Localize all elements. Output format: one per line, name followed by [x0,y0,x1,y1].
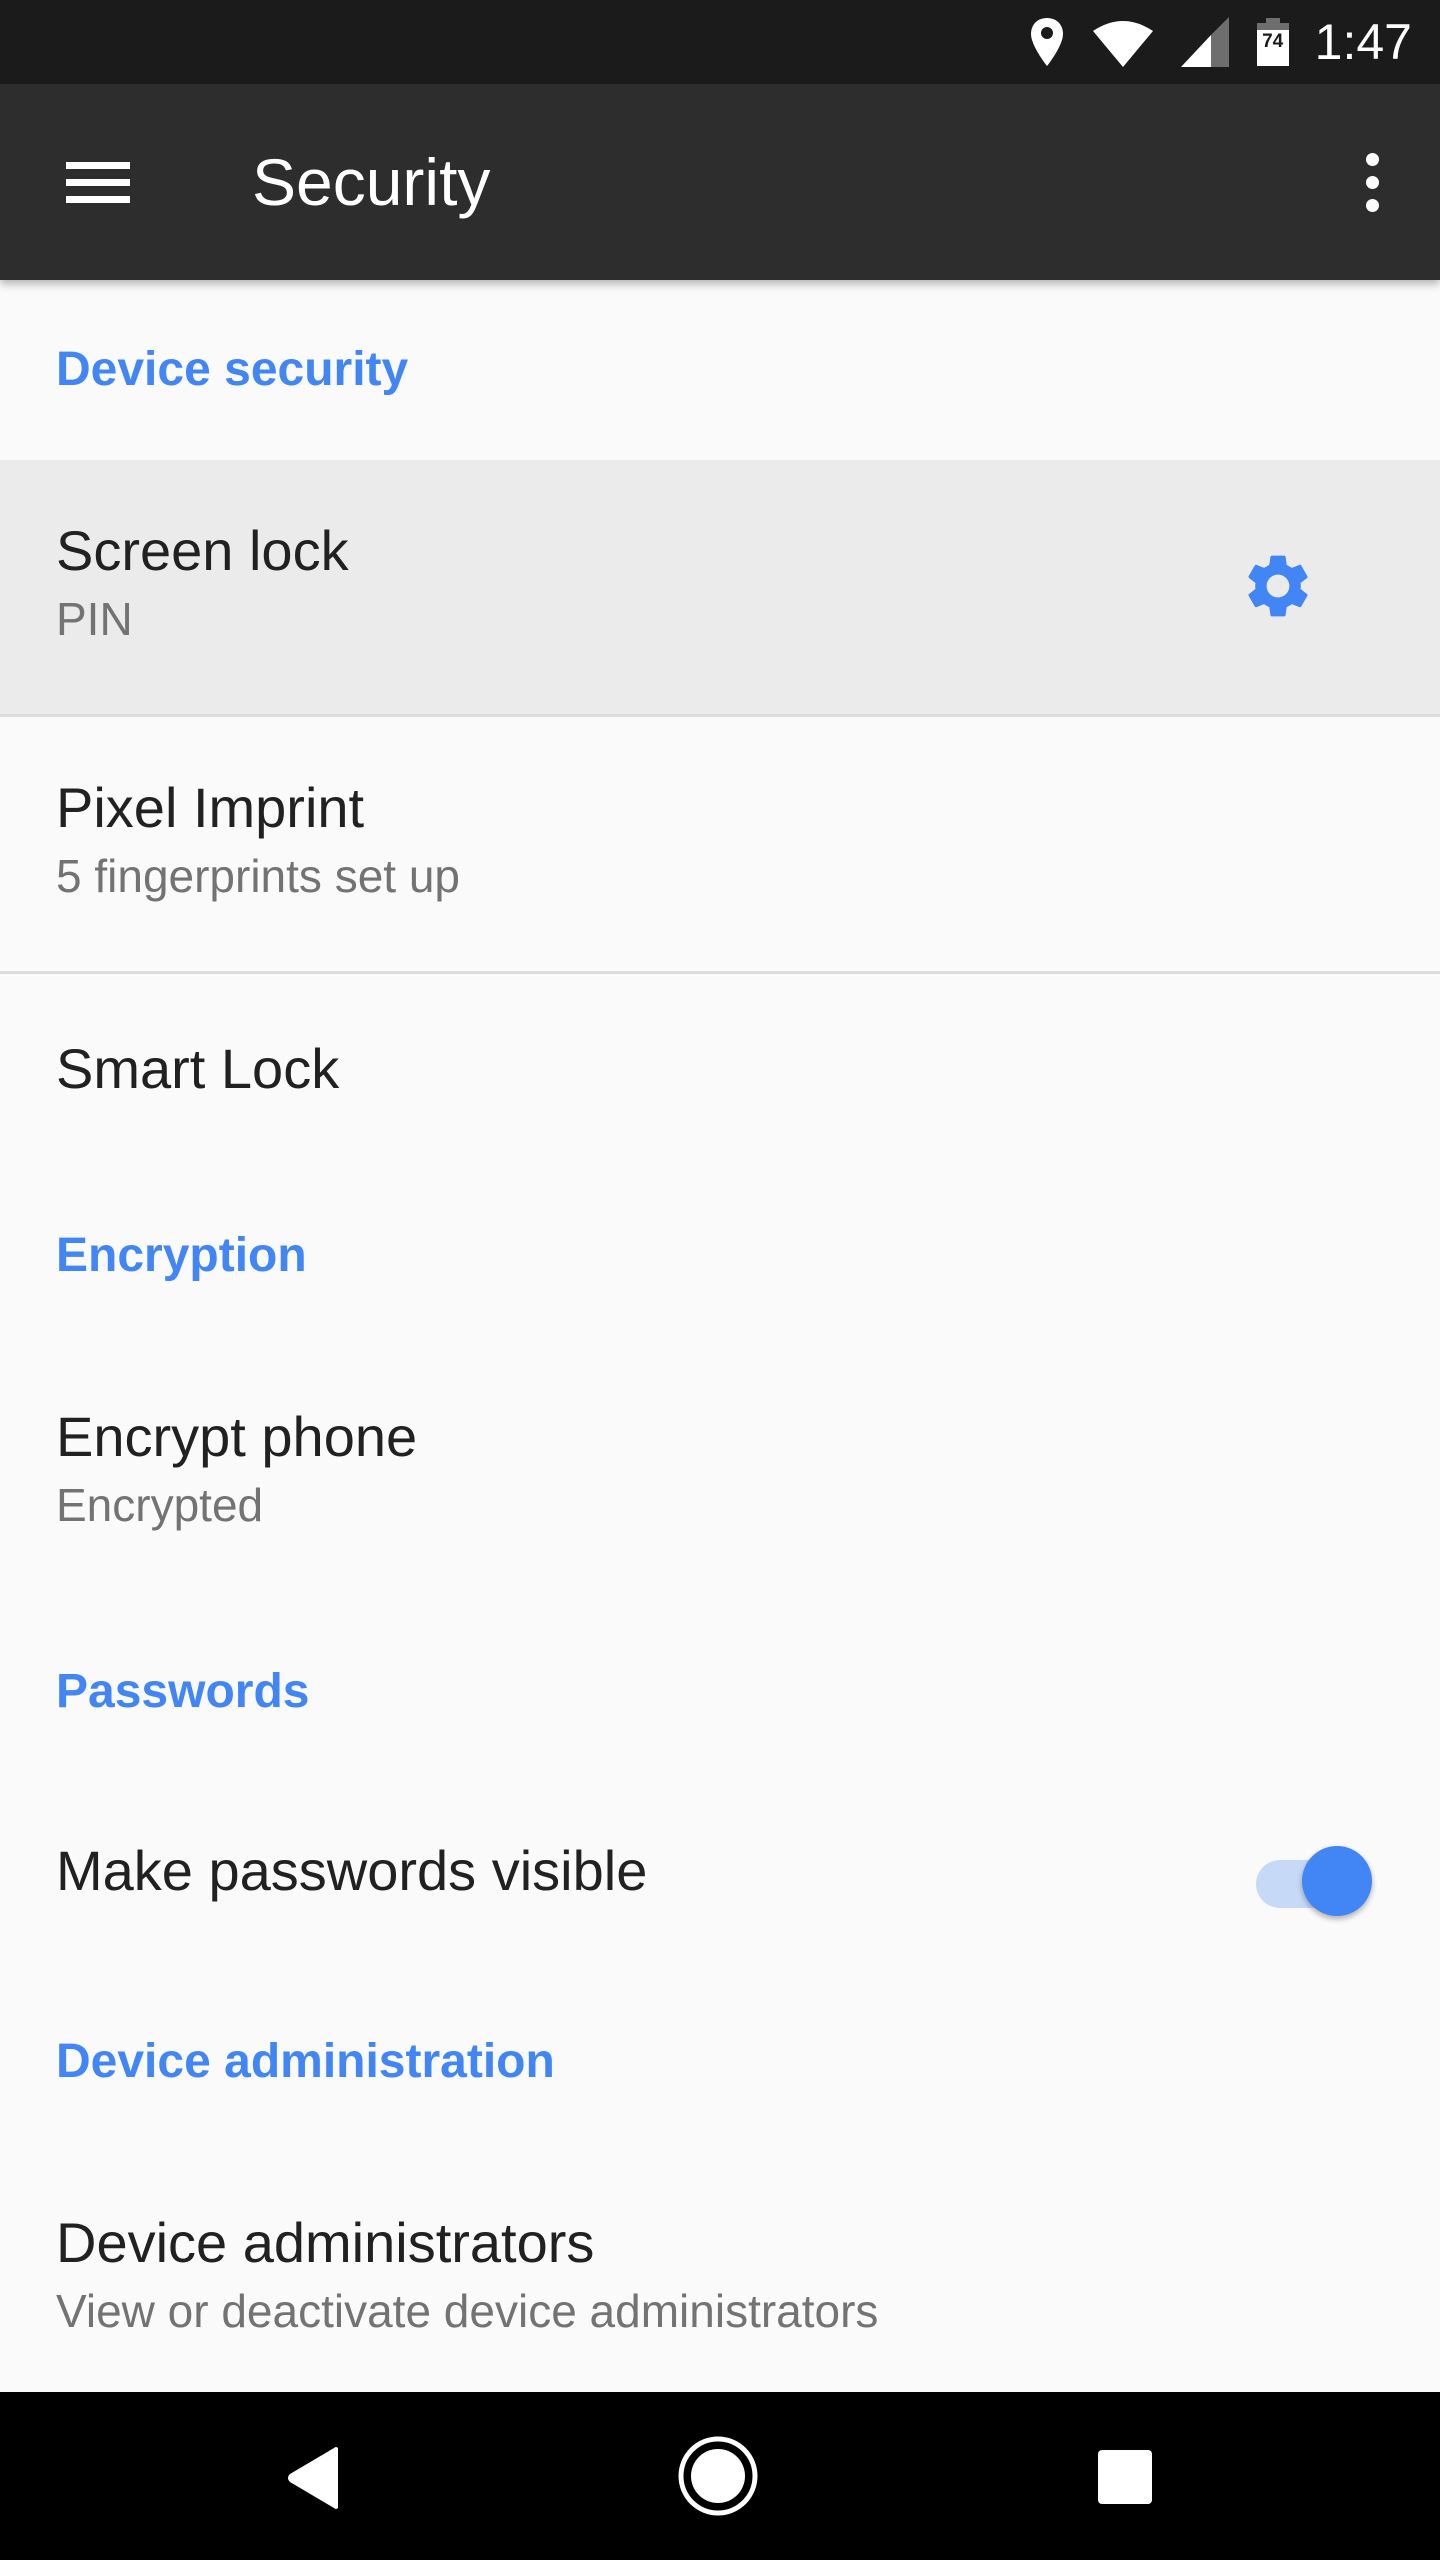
app-bar: Security [0,84,1440,280]
setting-title: Encrypt phone [56,1405,418,1468]
more-vert-icon[interactable] [1340,140,1404,224]
setting-smart-lock[interactable]: Smart Lock [0,974,1440,1154]
section-header-passwords: Passwords [56,1665,310,1718]
setting-title: Make passwords visible [56,1839,648,1902]
setting-subtitle: 5 fingerprints set up [56,850,461,902]
setting-encrypt-phone[interactable]: Encrypt phone Encrypted [0,1346,1440,1600]
switch-thumb [1302,1846,1372,1916]
setting-title: Screen lock [56,519,349,582]
section-header-device-administration: Device administration [56,2035,555,2088]
status-icons: 74 1:47 [1029,0,1412,84]
setting-title: Pixel Imprint [56,776,365,839]
setting-subtitle: View or deactivate device administrators [56,2285,879,2337]
battery-level: 74 [1262,31,1284,52]
section-header-encryption: Encryption [56,1229,307,1282]
page-title: Security [252,145,491,219]
setting-title: Device administrators [56,2211,595,2274]
status-time: 1:47 [1314,14,1412,70]
setting-device-administrators[interactable]: Device administrators View or deactivate… [0,2152,1440,2392]
wifi-icon [1092,21,1153,67]
setting-screen-lock[interactable]: Screen lock PIN [0,460,1440,714]
make-passwords-visible-toggle[interactable] [1252,1836,1380,1916]
status-bar: 74 1:47 [0,0,1440,84]
home-icon[interactable] [678,2436,758,2516]
setting-pixel-imprint[interactable]: Pixel Imprint 5 fingerprints set up [0,717,1440,971]
setting-subtitle: Encrypted [56,1479,264,1531]
setting-make-passwords-visible[interactable]: Make passwords visible [0,1780,1440,1960]
location-icon [1030,18,1063,66]
setting-subtitle: PIN [56,593,133,645]
recents-icon[interactable] [1098,2450,1152,2504]
cellular-signal-icon [1180,17,1229,67]
settings-list: Device security Screen lock PIN Pixel Im… [0,280,1440,2392]
battery-icon: 74 [1256,18,1289,66]
setting-title: Smart Lock [56,1037,340,1100]
section-header-device-security: Device security [56,343,409,396]
gear-icon[interactable] [1240,548,1316,624]
back-icon[interactable] [286,2446,342,2510]
hamburger-menu-icon[interactable] [48,140,144,224]
